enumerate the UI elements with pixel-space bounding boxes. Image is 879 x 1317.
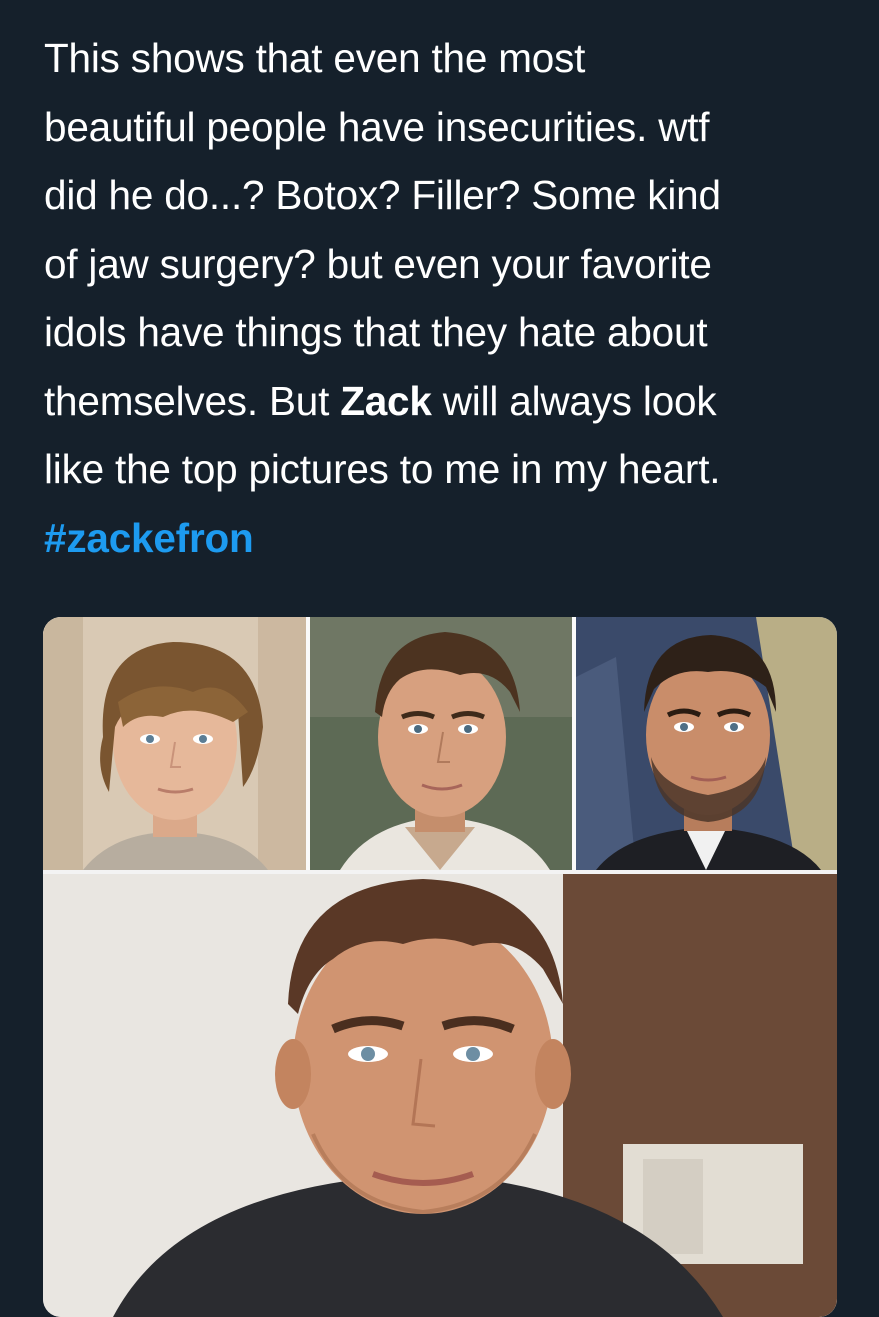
portrait-photo-icon — [576, 617, 837, 870]
portrait-photo-icon — [310, 617, 572, 870]
media-top-row — [43, 617, 837, 870]
tweet-mention-name: Zack — [340, 377, 432, 424]
portrait-photo-icon — [43, 617, 306, 870]
portrait-photo-icon — [43, 874, 837, 1317]
tweet-text-part: This shows that even the most beautiful … — [44, 35, 721, 424]
photo-adult-portrait[interactable] — [576, 617, 837, 870]
photo-teen-portrait[interactable] — [310, 617, 572, 870]
tweet-media-grid[interactable] — [43, 617, 837, 1317]
tweet-text: This shows that even the most beautiful … — [44, 24, 844, 572]
photo-young-portrait[interactable] — [43, 617, 306, 870]
photo-recent-portrait[interactable] — [43, 874, 837, 1317]
hashtag-link[interactable]: #zackefron — [44, 504, 844, 573]
